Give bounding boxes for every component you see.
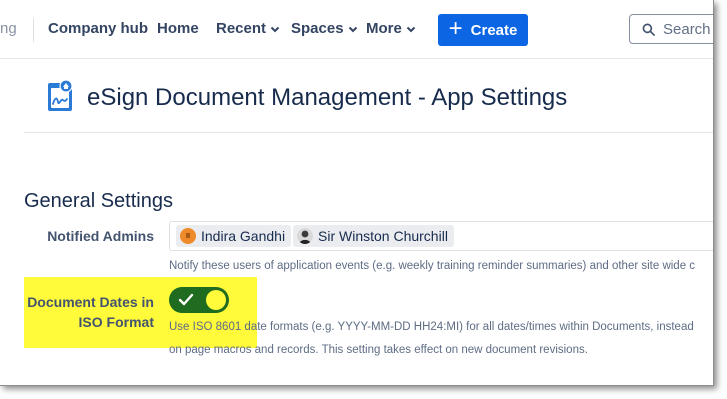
section-title: General Settings — [24, 190, 173, 212]
nav-recent-label: Recent — [216, 20, 267, 37]
create-button[interactable]: + Create — [438, 14, 528, 46]
nav-home[interactable]: Home — [157, 20, 199, 37]
user-chip-name: Sir Winston Churchill — [318, 228, 448, 244]
nav-home-label: Home — [157, 20, 199, 37]
nav-more-label: More — [366, 20, 402, 37]
nav-more[interactable]: More — [366, 20, 416, 37]
page-title: eSign Document Management - App Settings — [87, 84, 568, 111]
top-nav: ng Company hub Home Recent Spaces More +… — [0, 0, 713, 59]
search-icon — [642, 23, 655, 36]
chevron-down-icon — [348, 26, 357, 32]
avatar — [297, 228, 313, 244]
nav-recent[interactable]: Recent — [216, 20, 280, 37]
nav-divider — [33, 18, 34, 42]
user-chip-winston-churchill[interactable]: Sir Winston Churchill — [293, 225, 454, 247]
esign-app-icon — [48, 80, 73, 111]
iso-dates-label: Document Dates in ISO Format — [24, 292, 154, 332]
app-window: ng Company hub Home Recent Spaces More +… — [0, 0, 714, 386]
toggle-knob — [206, 290, 226, 310]
iso-dates-label-line2: ISO Format — [78, 314, 154, 330]
plus-icon: + — [448, 14, 463, 42]
nav-spaces-label: Spaces — [291, 20, 344, 37]
check-icon — [178, 293, 194, 306]
iso-dates-toggle[interactable] — [169, 287, 229, 313]
search-input[interactable]: Search — [629, 14, 713, 44]
notified-admins-label: Notified Admins — [47, 228, 154, 244]
header-divider — [24, 132, 713, 133]
nav-company-hub-label: Company hub — [48, 20, 148, 37]
chevron-down-icon — [406, 26, 416, 32]
iso-dates-label-line1: Document Dates in — [27, 294, 154, 310]
create-button-label: Create — [470, 21, 518, 39]
nav-company-hub[interactable]: Company hub — [48, 20, 148, 37]
nav-item-truncated[interactable]: ng — [0, 20, 17, 37]
user-chip-indira-gandhi[interactable]: II Indira Gandhi — [176, 225, 292, 247]
nav-spaces[interactable]: Spaces — [291, 20, 358, 37]
notified-admins-help: Notify these users of application events… — [169, 260, 696, 272]
iso-dates-help-line2: on page macros and records. This setting… — [169, 344, 588, 356]
iso-dates-help-line1: Use ISO 8601 date formats (e.g. YYYY-MM-… — [169, 321, 694, 333]
search-placeholder: Search — [663, 20, 711, 38]
chevron-down-icon — [270, 26, 280, 32]
notified-admins-picker[interactable]: II Indira Gandhi Sir Winston Churchill — [169, 221, 713, 251]
avatar: II — [180, 228, 196, 244]
user-chip-name: Indira Gandhi — [201, 228, 286, 244]
